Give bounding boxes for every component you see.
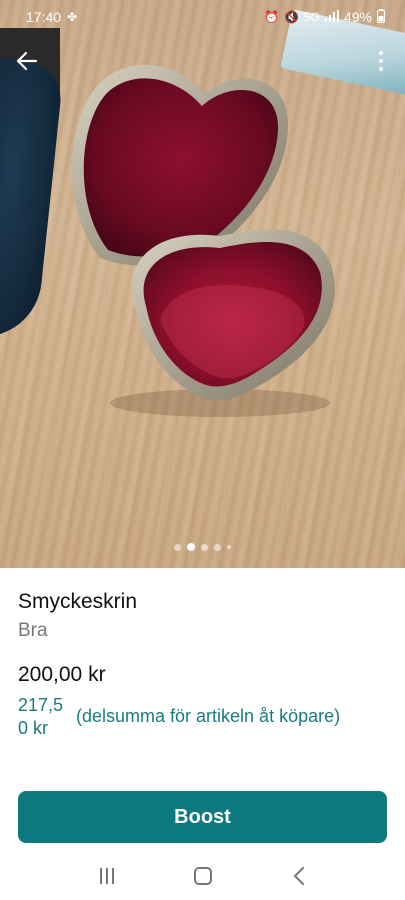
buyer-total-price: 217,5 0 kr <box>18 695 64 738</box>
alarm-icon: ⏰ <box>264 10 279 24</box>
status-time: 17:40 <box>26 9 62 25</box>
listing-photo[interactable]: 17:40 ✤ ⏰ 🔇 5G 49% <box>0 0 405 568</box>
gallery-pagination <box>0 543 405 551</box>
buyer-total-note: (delsumma för artikeln åt köpare) <box>76 706 341 726</box>
signal-icon <box>324 9 339 25</box>
listing-condition: Bra <box>18 620 48 641</box>
heart-jewelry-box-image <box>71 64 335 417</box>
battery-icon <box>377 8 385 26</box>
back-button[interactable] <box>10 44 44 78</box>
back-arrow-icon <box>16 51 38 71</box>
boost-button[interactable]: Boost <box>18 791 387 843</box>
more-vertical-icon <box>379 51 383 55</box>
system-nav-bar <box>0 852 405 900</box>
back-nav-icon[interactable] <box>293 867 305 885</box>
listing-title: Smyckeskrin <box>18 590 138 613</box>
gallery-dot[interactable] <box>227 545 231 549</box>
network-type: 5G <box>303 10 320 24</box>
status-bar: 17:40 ✤ ⏰ 🔇 5G 49% <box>0 0 405 34</box>
photo-background-cloth <box>0 57 65 343</box>
listing-price: 200,00 kr <box>18 663 106 686</box>
more-options-button[interactable] <box>371 46 391 76</box>
home-icon[interactable] <box>194 867 213 885</box>
notification-icon: ✤ <box>67 10 78 24</box>
gallery-dot[interactable] <box>214 543 221 551</box>
gallery-dot[interactable] <box>174 543 181 551</box>
gallery-dot[interactable] <box>201 543 208 551</box>
mute-icon: 🔇 <box>284 10 299 24</box>
gallery-dot-active[interactable] <box>187 543 195 551</box>
recents-icon[interactable] <box>100 868 115 884</box>
battery-level: 49% <box>343 9 372 25</box>
